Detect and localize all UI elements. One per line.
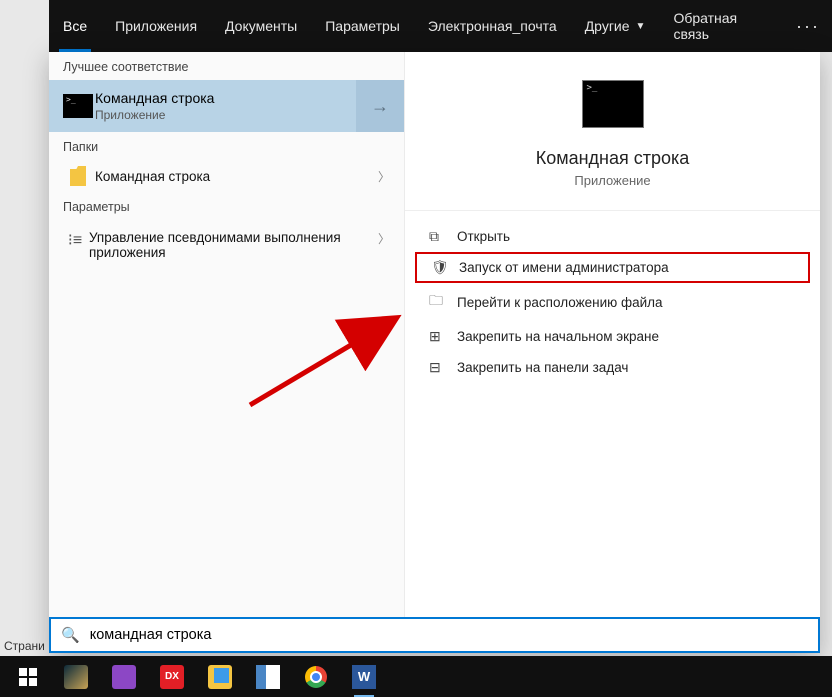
result-setting-label: Управление псевдонимами выполнения прило… (89, 230, 392, 260)
action-run-as-admin-label: Запуск от имени администратора (459, 260, 669, 275)
tab-all[interactable]: Все (49, 0, 101, 52)
windows-logo-icon (19, 668, 37, 686)
action-run-as-admin[interactable]: 🛡 Запуск от имени администратора (415, 252, 810, 283)
chevron-right-icon: 〉 (378, 168, 390, 185)
tab-more-label: Другие (585, 18, 630, 34)
results-list: Лучшее соответствие Командная строка При… (49, 52, 405, 617)
file-explorer-icon (208, 665, 232, 689)
taskbar-app-notepadpp[interactable] (244, 656, 292, 697)
action-open[interactable]: ⧉ Открыть (411, 221, 814, 252)
tab-apps[interactable]: Приложения (101, 0, 211, 52)
section-settings: Параметры (49, 192, 404, 220)
dx-icon: DX (160, 665, 184, 689)
tab-documents[interactable]: Документы (211, 0, 311, 52)
taskbar-app-word[interactable]: W (340, 656, 388, 697)
action-pin-start-label: Закрепить на начальном экране (457, 329, 659, 344)
shield-run-icon: 🛡 (431, 259, 459, 276)
taskbar-app-visualstudio[interactable] (100, 656, 148, 697)
result-folder-label: Командная строка (95, 169, 210, 184)
result-cmd-title: Командная строка (95, 90, 214, 106)
taskbar-app-file-explorer[interactable] (196, 656, 244, 697)
action-pin-taskbar-label: Закрепить на панели задач (457, 360, 628, 375)
tab-more[interactable]: Другие ▼ (571, 0, 660, 52)
overflow-menu-button[interactable]: ··· (784, 0, 832, 52)
expand-result-arrow[interactable]: → (356, 80, 404, 132)
search-category-tabs: Все Приложения Документы Параметры Элект… (49, 0, 832, 52)
tab-email[interactable]: Электронная_почта (414, 0, 571, 52)
lol-icon (64, 665, 88, 689)
pin-start-icon: ⊞ (429, 328, 457, 345)
open-icon: ⧉ (429, 228, 457, 245)
preview-title: Командная строка (536, 148, 690, 169)
pin-taskbar-icon: ⊟ (429, 359, 457, 376)
preview-cmd-icon (582, 80, 644, 128)
chrome-icon (305, 666, 327, 688)
action-open-file-location[interactable]: 🗀 Перейти к расположению файла (411, 283, 814, 321)
chevron-down-icon: ▼ (636, 21, 646, 32)
start-button[interactable] (4, 656, 52, 697)
taskbar-app-lol[interactable] (52, 656, 100, 697)
result-cmd-app[interactable]: Командная строка Приложение (49, 80, 356, 132)
folder-open-icon: 🗀 (429, 290, 457, 314)
section-best-match: Лучшее соответствие (49, 52, 404, 80)
search-results-flyout: Лучшее соответствие Командная строка При… (49, 52, 820, 653)
result-setting-alias[interactable]: ⁝≡ Управление псевдонимами выполнения пр… (49, 220, 404, 270)
word-icon: W (352, 665, 376, 689)
result-folder-cmd[interactable]: Командная строка 〉 (49, 160, 404, 192)
search-input[interactable] (90, 627, 808, 643)
action-pin-taskbar[interactable]: ⊟ Закрепить на панели задач (411, 352, 814, 383)
settings-list-icon: ⁝≡ (61, 230, 89, 250)
search-box[interactable]: 🔍 (49, 617, 820, 653)
chevron-right-icon: 〉 (378, 230, 390, 247)
cmd-icon (61, 94, 95, 118)
result-preview-pane: Командная строка Приложение ⧉ Открыть 🛡 … (405, 52, 820, 617)
preview-subtitle: Приложение (574, 173, 650, 188)
section-folders: Папки (49, 132, 404, 160)
feedback-link[interactable]: Обратная связь (659, 0, 784, 52)
background-word-statusbar: Страни (4, 639, 45, 653)
visual-studio-icon (112, 665, 136, 689)
notepadpp-icon (256, 665, 280, 689)
action-open-label: Открыть (457, 229, 510, 244)
action-open-file-location-label: Перейти к расположению файла (457, 295, 663, 310)
action-pin-start[interactable]: ⊞ Закрепить на начальном экране (411, 321, 814, 352)
taskbar-app-dx[interactable]: DX (148, 656, 196, 697)
search-icon: 🔍 (61, 626, 80, 644)
taskbar-app-chrome[interactable] (292, 656, 340, 697)
result-cmd-subtitle: Приложение (95, 108, 214, 122)
taskbar: DX W (0, 656, 832, 697)
tab-settings[interactable]: Параметры (311, 0, 414, 52)
folder-icon (61, 166, 95, 186)
